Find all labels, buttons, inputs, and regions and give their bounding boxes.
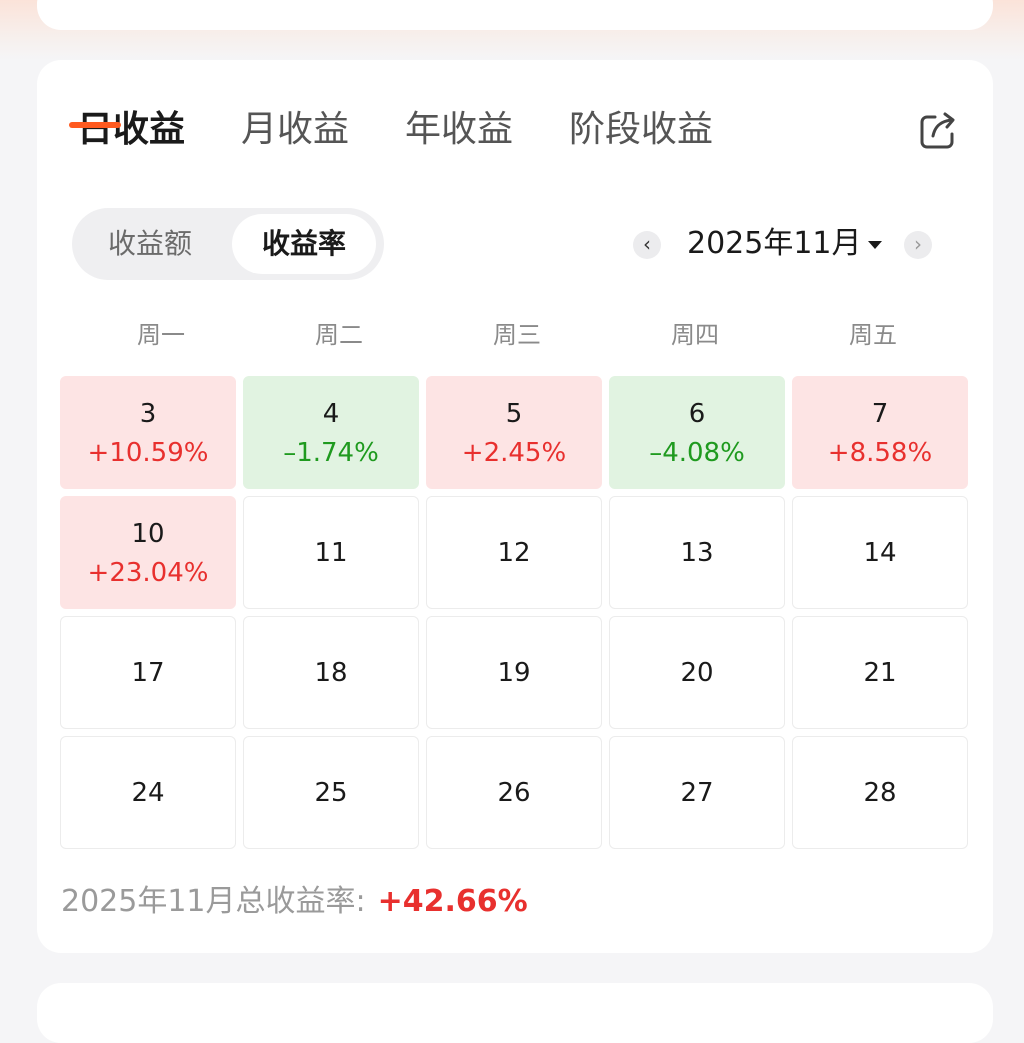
- day-number: 25: [314, 778, 348, 808]
- next-card: [37, 983, 993, 1043]
- calendar-day-cell[interactable]: 20: [609, 616, 785, 729]
- calendar-day-cell[interactable]: 26: [426, 736, 602, 849]
- daily-return-rate: +2.45%: [461, 438, 567, 468]
- weekday-label: 周四: [671, 321, 719, 349]
- summary-value: +42.66%: [377, 884, 528, 919]
- day-number: 5: [505, 399, 523, 429]
- monthly-summary: 2025年11月总收益率: +42.66%: [61, 882, 528, 922]
- day-number: 17: [131, 658, 165, 688]
- day-number: 26: [497, 778, 531, 808]
- previous-card: [37, 0, 993, 30]
- next-month-button[interactable]: ›: [904, 231, 932, 259]
- toggle-amount[interactable]: 收益额: [80, 214, 220, 274]
- day-number: 3: [139, 399, 157, 429]
- calendar-day-cell[interactable]: 10 +23.04%: [60, 496, 236, 609]
- share-icon: [920, 112, 955, 149]
- day-number: 28: [863, 778, 897, 808]
- day-number: 10: [131, 519, 165, 549]
- daily-return-rate: +23.04%: [87, 558, 209, 588]
- calendar-day-cell[interactable]: 5 +2.45%: [426, 376, 602, 489]
- amount-rate-toggle: 收益额 收益率: [72, 208, 384, 280]
- active-tab-indicator: [69, 122, 121, 128]
- day-number: 14: [863, 538, 897, 568]
- calendar-day-cell[interactable]: 13: [609, 496, 785, 609]
- calendar-day-cell[interactable]: 4 –1.74%: [243, 376, 419, 489]
- calendar-day-cell[interactable]: 18: [243, 616, 419, 729]
- weekday-label: 周三: [493, 321, 541, 349]
- tab-monthly-earnings[interactable]: 月收益: [241, 105, 349, 155]
- month-navigator: ‹ 2025年11月 ›: [633, 220, 938, 268]
- month-label: 2025年11月: [687, 226, 862, 261]
- calendar-day-cell[interactable]: 17: [60, 616, 236, 729]
- month-selector[interactable]: 2025年11月: [687, 220, 882, 268]
- calendar-day-cell[interactable]: 3 +10.59%: [60, 376, 236, 489]
- day-number: 19: [497, 658, 531, 688]
- day-number: 21: [863, 658, 897, 688]
- daily-return-rate: +8.58%: [827, 438, 933, 468]
- day-number: 20: [680, 658, 714, 688]
- day-number: 27: [680, 778, 714, 808]
- calendar-day-cell[interactable]: 25: [243, 736, 419, 849]
- weekday-label: 周一: [137, 321, 185, 349]
- day-number: 24: [131, 778, 165, 808]
- calendar-day-cell[interactable]: 12: [426, 496, 602, 609]
- calendar-day-cell[interactable]: 11: [243, 496, 419, 609]
- share-button[interactable]: [917, 110, 959, 152]
- toggle-rate[interactable]: 收益率: [232, 214, 376, 274]
- earnings-tabs: 日收益 月收益 年收益 阶段收益: [77, 105, 769, 165]
- calendar-day-cell[interactable]: 6 –4.08%: [609, 376, 785, 489]
- daily-return-rate: –4.08%: [649, 438, 745, 468]
- earnings-calendar-card: 日收益 月收益 年收益 阶段收益 收益额 收益率 ‹ 2025年11月 › 周一…: [37, 60, 993, 953]
- chevron-left-icon: ‹: [643, 232, 651, 256]
- chevron-right-icon: ›: [914, 232, 922, 256]
- weekday-label: 周二: [315, 321, 363, 349]
- daily-return-rate: –1.74%: [283, 438, 379, 468]
- tab-yearly-earnings[interactable]: 年收益: [405, 105, 513, 155]
- day-number: 18: [314, 658, 348, 688]
- day-number: 13: [680, 538, 714, 568]
- tab-period-earnings[interactable]: 阶段收益: [569, 105, 713, 155]
- day-number: 6: [688, 399, 706, 429]
- calendar-day-cell[interactable]: 19: [426, 616, 602, 729]
- weekday-label: 周五: [849, 321, 897, 349]
- day-number: 4: [322, 399, 340, 429]
- previous-month-button[interactable]: ‹: [633, 231, 661, 259]
- daily-return-rate: +10.59%: [87, 438, 209, 468]
- calendar-day-cell[interactable]: 24: [60, 736, 236, 849]
- calendar-day-cell[interactable]: 28: [792, 736, 968, 849]
- weekday-header: 周一 周二 周三 周四 周五: [72, 315, 962, 350]
- day-number: 11: [314, 538, 348, 568]
- caret-down-icon: [867, 240, 882, 249]
- day-number: 12: [497, 538, 531, 568]
- summary-label: 2025年11月总收益率:: [61, 884, 366, 919]
- day-number: 7: [871, 399, 889, 429]
- tab-daily-earnings[interactable]: 日收益: [77, 105, 185, 155]
- calendar-day-cell[interactable]: 14: [792, 496, 968, 609]
- calendar-day-cell[interactable]: 21: [792, 616, 968, 729]
- calendar-day-cell[interactable]: 7 +8.58%: [792, 376, 968, 489]
- calendar-day-cell[interactable]: 27: [609, 736, 785, 849]
